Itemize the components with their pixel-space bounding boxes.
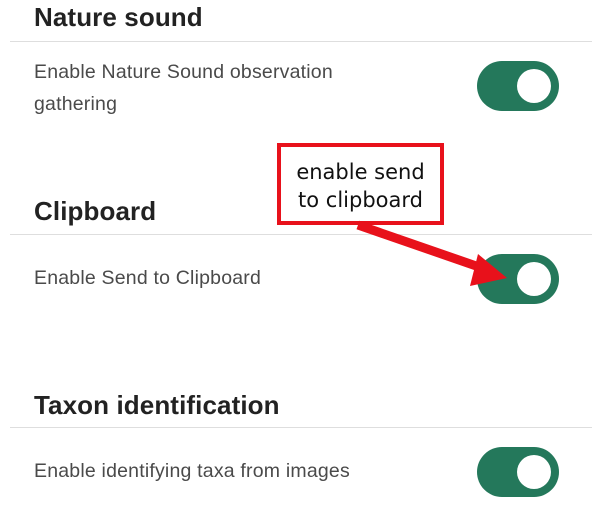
toggle-knob <box>517 69 551 103</box>
divider <box>10 427 592 428</box>
divider <box>10 234 592 235</box>
setting-label-nature-sound: Enable Nature Sound observation gatherin… <box>34 61 333 115</box>
arrow-shaft <box>356 220 484 273</box>
section-title-clipboard: Clipboard <box>34 196 157 226</box>
annotation-callout: enable send to clipboard <box>277 143 444 225</box>
section-title-taxon-identification: Taxon identification <box>34 390 280 420</box>
clipboard-toggle[interactable] <box>477 254 559 304</box>
toggle-knob <box>517 455 551 489</box>
nature-sound-toggle[interactable] <box>477 61 559 111</box>
annotation-text: enable send to clipboard <box>296 160 425 212</box>
setting-label-clipboard: Enable Send to Clipboard <box>34 267 262 289</box>
taxon-identification-toggle[interactable] <box>477 447 559 497</box>
divider <box>10 41 592 42</box>
setting-label-taxon-identification: Enable identifying taxa from images <box>34 460 350 482</box>
section-title-nature-sound: Nature sound <box>34 2 203 32</box>
toggle-knob <box>517 262 551 296</box>
